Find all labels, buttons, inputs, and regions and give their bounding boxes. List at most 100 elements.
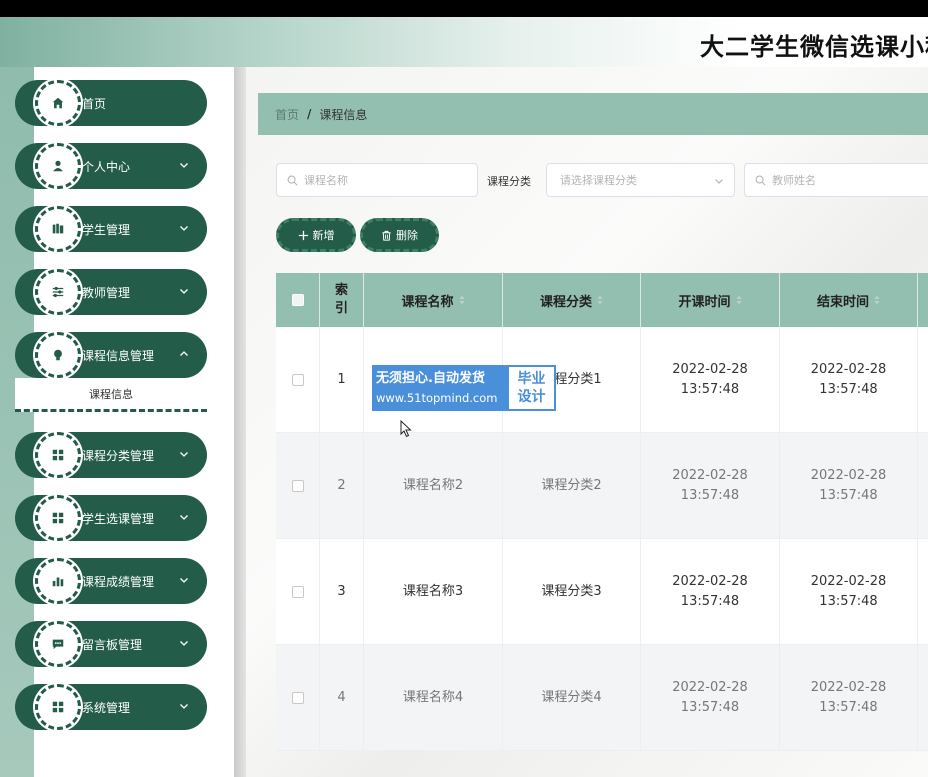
end-time-cell: 2022-02-28 13:57:48 [780, 645, 918, 751]
add-button-label: 新增 [313, 227, 335, 243]
column-header-label: 课程名称 [401, 291, 453, 310]
plus-icon [298, 230, 309, 241]
sidebar-item-label: 留言板管理 [82, 636, 142, 653]
breadcrumb-home-link[interactable]: 首页 [275, 106, 299, 123]
chevron-down-icon [179, 512, 189, 522]
sidebar-item-label: 首页 [82, 95, 106, 112]
sidebar-item-course-grades-management[interactable]: 课程成绩管理 [15, 558, 207, 604]
sidebar-item-course-category-management[interactable]: 课程分类管理 [15, 432, 207, 478]
grid-icon [35, 684, 81, 730]
message-icon [35, 621, 81, 667]
breadcrumb-current: 课程信息 [319, 106, 367, 123]
sidebar-item-course-selection-management[interactable]: 学生选课管理 [15, 495, 207, 541]
sidebar-item-label: 课程成绩管理 [82, 573, 154, 590]
submenu-item-course-info[interactable]: 课程信息 [15, 378, 207, 412]
grid-icon [35, 432, 81, 478]
sidebar-item-label: 学生管理 [82, 221, 130, 238]
row-checkbox[interactable] [292, 480, 304, 492]
sidebar-item-system-management[interactable]: 系统管理 [15, 684, 207, 730]
sliders-icon [35, 269, 81, 315]
end-time-cell: 2022-02-28 13:57:48 [780, 433, 918, 539]
grid-icon [35, 495, 81, 541]
sidebar-item-student-management[interactable]: 学生管理 [15, 206, 207, 252]
sort-icon[interactable] [736, 295, 742, 305]
category-cell: 课程分类3 [503, 539, 641, 645]
category-cell: 课程分类2 [503, 433, 641, 539]
sort-icon[interactable] [459, 295, 465, 305]
start-time-cell: 2022-02-28 13:57:48 [641, 645, 780, 751]
ad-overlay[interactable]: 无须担心.自动发货 www.51topmind.com 毕业 设计 [372, 365, 556, 411]
category-select[interactable]: 请选择课程分类 [546, 163, 735, 197]
table-header: 索引 课程名称 课程分类 开课时间 结束时间 [276, 273, 928, 327]
sidebar-item-teacher-management[interactable]: 教师管理 [15, 269, 207, 315]
course-name-search-input[interactable]: 课程名称 [276, 163, 478, 197]
table-row[interactable]: 4 课程名称4 课程分类4 2022-02-28 13:57:48 2022-0… [276, 645, 928, 751]
select-all-checkbox[interactable] [292, 294, 304, 306]
sidebar-item-label: 课程信息管理 [82, 347, 154, 364]
ad-badge-line2: 设计 [518, 388, 546, 406]
row-checkbox[interactable] [292, 692, 304, 704]
table-row[interactable]: 2 课程名称2 课程分类2 2022-02-28 13:57:48 2022-0… [276, 433, 928, 539]
table-row[interactable]: 3 课程名称3 课程分类3 2022-02-28 13:57:48 2022-0… [276, 539, 928, 645]
row-checkbox[interactable] [292, 374, 304, 386]
sidebar-item-personal-center[interactable]: 个人中心 [15, 143, 207, 189]
app-title: 大二学生微信选课小程 [700, 27, 928, 62]
column-header-index: 索引 [320, 273, 364, 327]
sidebar-item-label: 个人中心 [82, 158, 130, 175]
delete-button[interactable]: 删除 [360, 218, 439, 252]
chevron-down-icon [179, 286, 189, 296]
index-cell: 2 [320, 433, 364, 539]
index-cell: 3 [320, 539, 364, 645]
sort-icon[interactable] [874, 295, 880, 305]
ad-badge: 毕业 设计 [509, 367, 554, 409]
bar-chart-icon [35, 558, 81, 604]
column-header-label: 开课时间 [678, 291, 730, 310]
row-checkbox[interactable] [292, 586, 304, 598]
column-header-end-time[interactable]: 结束时间 [780, 273, 918, 327]
teacher-name-placeholder: 教师姓名 [772, 172, 816, 188]
chevron-down-icon [179, 701, 189, 711]
column-header-category[interactable]: 课程分类 [503, 273, 641, 327]
index-cell: 4 [320, 645, 364, 751]
start-time-cell: 2022-02-28 13:57:48 [641, 539, 780, 645]
chevron-down-icon [714, 176, 724, 186]
sidebar-item-label: 学生选课管理 [82, 510, 154, 527]
course-name-cell: 课程名称4 [364, 645, 503, 751]
sidebar-item-message-board-management[interactable]: 留言板管理 [15, 621, 207, 667]
row-select-cell [276, 645, 320, 751]
column-header-label: 课程分类 [540, 291, 592, 310]
sidebar-item-course-info-management[interactable]: 课程信息管理 [15, 332, 207, 378]
breadcrumb-separator: / [307, 107, 311, 121]
add-button[interactable]: 新增 [276, 218, 356, 252]
search-icon [287, 175, 298, 186]
teacher-name-search-input[interactable]: 教师姓名 [744, 163, 928, 197]
chevron-down-icon [179, 449, 189, 459]
chevron-down-icon [179, 638, 189, 648]
row-select-cell [276, 433, 320, 539]
index-cell: 1 [320, 327, 364, 433]
chevron-up-icon [179, 349, 189, 359]
course-name-cell: 课程名称3 [364, 539, 503, 645]
column-header-course-name[interactable]: 课程名称 [364, 273, 503, 327]
mouse-cursor-icon [400, 420, 412, 438]
course-name-cell: 课程名称2 [364, 433, 503, 539]
trash-icon [381, 230, 392, 241]
sidebar-item-label: 课程分类管理 [82, 447, 154, 464]
column-header-start-time[interactable]: 开课时间 [641, 273, 780, 327]
sort-icon[interactable] [597, 295, 603, 305]
category-select-placeholder: 请选择课程分类 [560, 172, 637, 188]
search-icon [755, 175, 766, 186]
sidebar-item-label: 教师管理 [82, 284, 130, 301]
row-select-cell [276, 539, 320, 645]
chevron-down-icon [179, 575, 189, 585]
ad-badge-line1: 毕业 [518, 370, 546, 388]
category-filter-label: 课程分类 [487, 173, 531, 189]
breadcrumb: 首页 / 课程信息 [258, 93, 928, 135]
chevron-down-icon [179, 223, 189, 233]
column-header-label: 结束时间 [817, 291, 869, 310]
delete-button-label: 删除 [396, 227, 418, 243]
sidebar-divider [234, 67, 246, 777]
chevron-down-icon [179, 160, 189, 170]
sidebar-item-home[interactable]: 首页 [15, 80, 207, 126]
start-time-cell: 2022-02-28 13:57:48 [641, 327, 780, 433]
